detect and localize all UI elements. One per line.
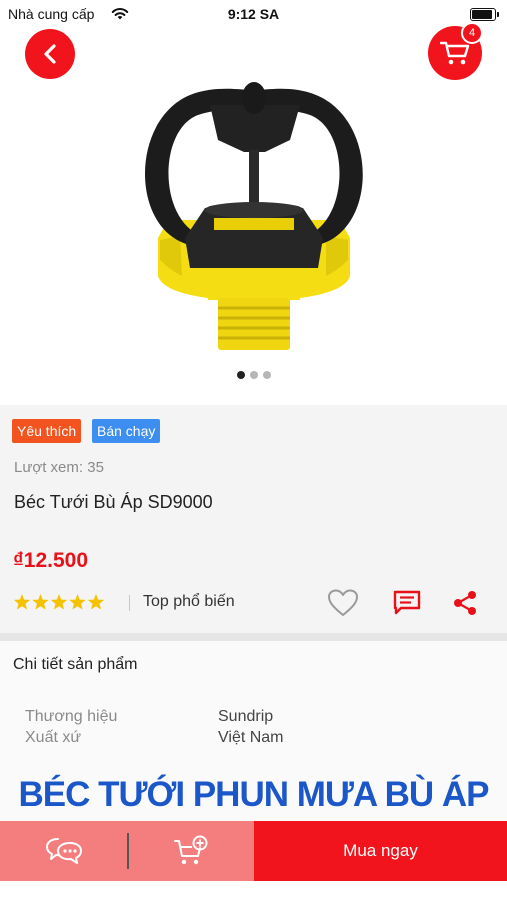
share-icon: [454, 591, 476, 615]
spec-value-origin: Việt Nam: [218, 729, 284, 746]
battery-icon: [470, 8, 499, 21]
view-count: Lượt xem: 35: [14, 459, 104, 476]
spec-value-brand: Sundrip: [218, 708, 274, 725]
favorite-button[interactable]: [326, 586, 360, 620]
section-divider: [0, 633, 507, 641]
status-bar: Nhà cung cấp 9:12 SA: [0, 0, 507, 28]
status-time: 9:12 SA: [227, 6, 280, 22]
spec-key-origin: Xuất xứ: [25, 729, 82, 746]
product-info: Yêu thích Bán chạy Lượt xem: 35 Béc Tưới…: [0, 405, 507, 633]
share-button[interactable]: [448, 586, 482, 620]
cart-icon: [440, 41, 470, 65]
bestseller-tag: Bán chạy: [92, 419, 161, 443]
carousel-dot[interactable]: [236, 371, 245, 379]
product-name: Béc Tưới Bù Áp SD9000: [14, 492, 213, 512]
rating-stars: [13, 594, 105, 610]
popular-label: Top phổ biến: [143, 593, 235, 610]
cart-plus-icon: [174, 835, 208, 865]
add-to-cart-button[interactable]: [128, 821, 254, 881]
comment-icon: [393, 590, 421, 615]
comment-button[interactable]: [390, 586, 424, 620]
details-title: Chi tiết sản phẩm: [13, 656, 138, 673]
product-price: ₫12.500: [13, 549, 89, 572]
carousel-indicator: [0, 371, 507, 379]
chat-icon: [45, 838, 82, 864]
bottom-action-bar: Mua ngay: [0, 821, 507, 881]
favorite-tag: Yêu thích: [12, 419, 82, 443]
divider: [129, 595, 130, 611]
chevron-left-icon: [44, 44, 56, 64]
spec-key-brand: Thương hiệu: [25, 708, 118, 725]
chat-button[interactable]: [0, 821, 127, 881]
heart-icon: [328, 589, 358, 616]
buy-now-button[interactable]: Mua ngay: [254, 821, 507, 881]
cart-count-badge: 4: [461, 22, 483, 44]
product-image[interactable]: [0, 30, 507, 370]
carousel-dot[interactable]: [262, 371, 271, 379]
carousel-dot[interactable]: [249, 371, 258, 379]
description-banner: BÉC TƯỚI PHUN MƯA BÙ ÁP: [18, 775, 489, 814]
back-button[interactable]: [25, 29, 75, 79]
